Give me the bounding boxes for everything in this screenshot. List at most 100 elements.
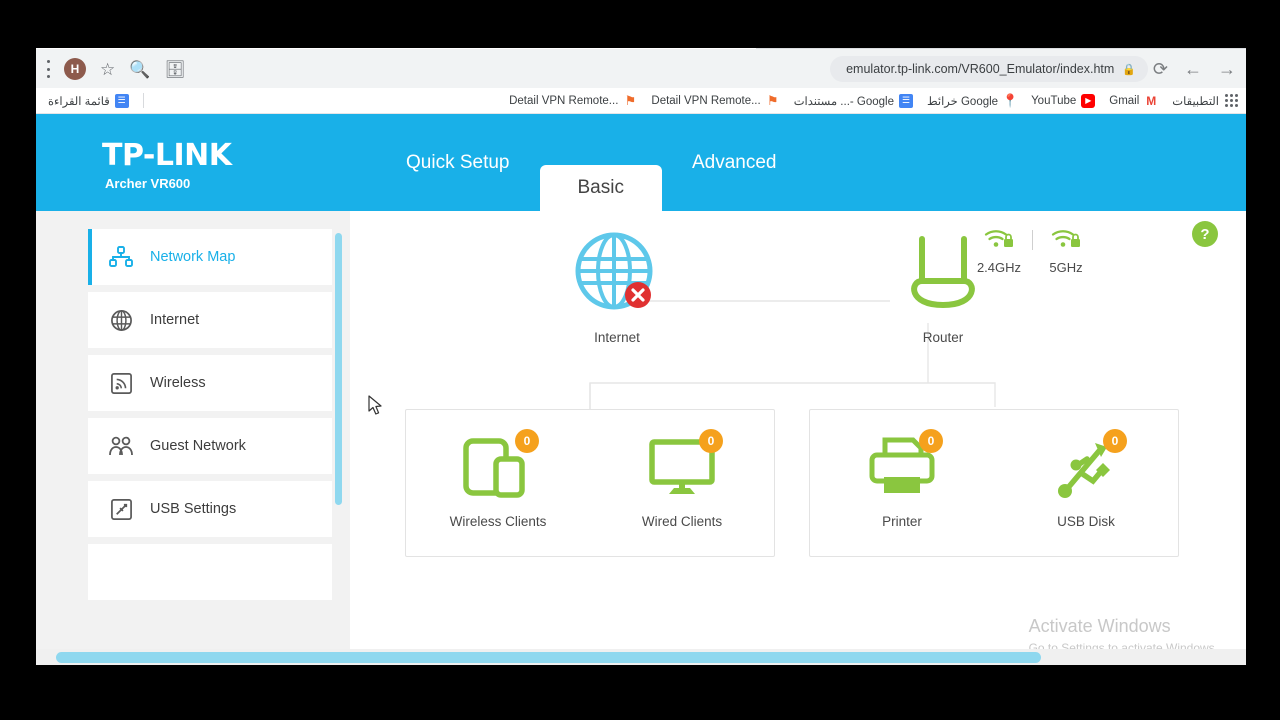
apps-grid-icon	[1224, 94, 1238, 108]
bookmark-star-icon[interactable]: ☆	[100, 61, 115, 78]
router-caption: Router	[922, 330, 964, 345]
model-name: Archer VR600	[105, 176, 191, 191]
bookmark-reading-list[interactable]: قائمة القراءة ☰	[48, 93, 129, 108]
globe-icon	[575, 232, 653, 310]
band-24ghz[interactable]: 2.4GHz	[970, 226, 1028, 275]
main-tabs: Quick Setup Basic Advanced	[384, 114, 798, 211]
sidebar-item-label: Wireless	[150, 375, 206, 391]
vpn-icon: ⚑	[766, 92, 779, 108]
horizontal-scrollbar-thumb[interactable]	[56, 652, 1041, 663]
horizontal-scrollbar[interactable]	[36, 649, 1246, 665]
tile-wireless-clients[interactable]: 0 Wireless Clients	[423, 429, 573, 529]
sidebar-item-label: Network Map	[150, 249, 236, 265]
bookmark-vpn-2[interactable]: Detail VPN Remote... ⚑	[651, 92, 779, 108]
lock-icon: 🔒	[1122, 63, 1136, 76]
bookmark-label: Gmail	[1109, 94, 1140, 107]
bookmark-label: التطبيقات	[1172, 95, 1219, 108]
tile-wired-clients[interactable]: 0 Wired Clients	[607, 429, 757, 529]
usb-disk-badge: 0	[1103, 429, 1127, 453]
divider	[142, 93, 144, 108]
bookmark-label: YouTube	[1031, 94, 1077, 107]
tile-label: USB Disk	[1057, 514, 1115, 529]
tile-usb-disk[interactable]: 0 USB Disk	[1011, 429, 1161, 529]
wireless-clients-badge: 0	[515, 429, 539, 453]
bookmark-label: Detail VPN Remote...	[651, 94, 761, 107]
mouse-cursor	[368, 395, 382, 415]
bookmark-label: Detail VPN Remote...	[509, 94, 619, 107]
bookmark-google-docs[interactable]: مستندات ...- Google ☰	[793, 93, 913, 108]
sidebar-item-label: Guest Network	[150, 438, 246, 454]
google-docs-icon: ☰	[899, 93, 913, 108]
band-label: 2.4GHz	[976, 260, 1022, 275]
more-options-icon[interactable]	[46, 60, 50, 78]
wifi-bands: 2.4GHz 5GHz	[970, 226, 1095, 275]
usb-panel: 0 Printer 0 USB Disk	[809, 409, 1179, 557]
wireless-signal-icon	[106, 372, 136, 395]
sidebar: Network Map Internet Wireless Guest Netw…	[36, 211, 350, 665]
router-web-ui: TP-LINK Archer VR600 Quick Setup Basic A…	[36, 114, 1246, 665]
internet-node[interactable]: Internet	[552, 231, 682, 345]
brand-logo: TP-LINK Archer VR600	[102, 138, 232, 191]
bookmark-apps[interactable]: التطبيقات	[1172, 94, 1238, 108]
toolbar-left-controls: H ☆ 🔍 🗄	[46, 49, 186, 89]
bookmarks-left: قائمة القراءة ☰	[36, 93, 144, 108]
sidebar-item-network-map[interactable]: Network Map	[88, 229, 332, 285]
wifi-lock-icon	[984, 230, 1013, 247]
app-body: Network Map Internet Wireless Guest Netw…	[36, 211, 1246, 665]
band-5ghz[interactable]: 5GHz	[1037, 226, 1095, 275]
wired-clients-badge: 0	[699, 429, 723, 453]
bookmark-google-maps[interactable]: خرائط Google 📍	[927, 92, 1019, 108]
back-arrow-icon[interactable]: ←	[1184, 60, 1202, 78]
sidebar-item-wireless[interactable]: Wireless	[88, 355, 332, 411]
gmail-icon: M	[1146, 93, 1157, 108]
google-maps-icon: 📍	[1001, 92, 1019, 108]
tab-basic[interactable]: Basic	[539, 165, 662, 211]
bookmarks-right: Detail VPN Remote... ⚑ Detail VPN Remote…	[509, 92, 1238, 108]
cast-icon[interactable]: 🗄	[164, 61, 186, 78]
wifi-lock-icon	[1051, 230, 1080, 247]
bookmarks-bar: قائمة القراءة ☰ Detail VPN Remote... ⚑ D…	[36, 88, 1246, 114]
usb-settings-icon	[106, 498, 136, 521]
address-bar[interactable]: emulator.tp-link.com/VR600_Emulator/inde…	[830, 56, 1148, 82]
address-bar-url: emulator.tp-link.com/VR600_Emulator/inde…	[846, 62, 1115, 76]
bookmark-label: مستندات ...- Google	[793, 95, 894, 108]
bookmark-gmail[interactable]: Gmail M	[1109, 94, 1158, 108]
reload-icon[interactable]: ⟳	[1153, 60, 1168, 78]
zoom-icon[interactable]: 🔍	[129, 61, 150, 78]
sidebar-item-label: USB Settings	[150, 501, 237, 517]
clients-panel: 0 Wireless Clients 0 Wired Clients	[405, 409, 775, 557]
globe-icon	[106, 309, 136, 332]
sidebar-item-label: Internet	[150, 312, 200, 328]
reading-list-label: قائمة القراءة	[48, 95, 110, 108]
reading-list-icon: ☰	[114, 93, 129, 108]
sidebar-item-guest-network[interactable]: Guest Network	[88, 418, 332, 474]
browser-toolbar: H ☆ 🔍 🗄 emulator.tp-link.com/VR600_Emula…	[36, 48, 1246, 88]
band-label: 5GHz	[1049, 260, 1083, 275]
internet-caption: Internet	[594, 330, 640, 345]
network-map-icon	[106, 246, 136, 268]
sidebar-item-usb-settings[interactable]: USB Settings	[88, 481, 332, 537]
sidebar-item-internet[interactable]: Internet	[88, 292, 332, 348]
tile-label: Wired Clients	[641, 514, 723, 529]
youtube-icon: ▶	[1081, 93, 1096, 108]
tab-quick-setup[interactable]: Quick Setup	[384, 114, 532, 211]
watermark-title: Activate Windows	[1028, 616, 1171, 636]
toolbar-right-controls: ⟳ ← →	[1153, 49, 1236, 89]
browser-window: H ☆ 🔍 🗄 emulator.tp-link.com/VR600_Emula…	[36, 48, 1246, 665]
guest-network-icon	[106, 435, 136, 457]
tile-printer[interactable]: 0 Printer	[827, 429, 977, 529]
sidebar-item-next[interactable]	[88, 544, 332, 600]
sidebar-scrollbar[interactable]	[335, 233, 342, 505]
divider	[1032, 230, 1033, 250]
avatar[interactable]: H	[64, 58, 86, 80]
brand-name: TP-LINK	[102, 138, 232, 173]
bookmark-label: خرائط Google	[927, 95, 999, 108]
tab-advanced[interactable]: Advanced	[670, 114, 799, 211]
tile-label: Wireless Clients	[449, 514, 547, 529]
bookmark-youtube[interactable]: YouTube ▶	[1031, 93, 1096, 108]
bookmark-vpn-1[interactable]: Detail VPN Remote... ⚑	[509, 92, 637, 108]
content-area: ? Internet Router 2.4GHz 5GHz 0 Wireless…	[350, 211, 1246, 665]
tile-label: Printer	[882, 514, 922, 529]
vpn-icon: ⚑	[624, 92, 637, 108]
forward-arrow-icon[interactable]: →	[1218, 60, 1236, 78]
